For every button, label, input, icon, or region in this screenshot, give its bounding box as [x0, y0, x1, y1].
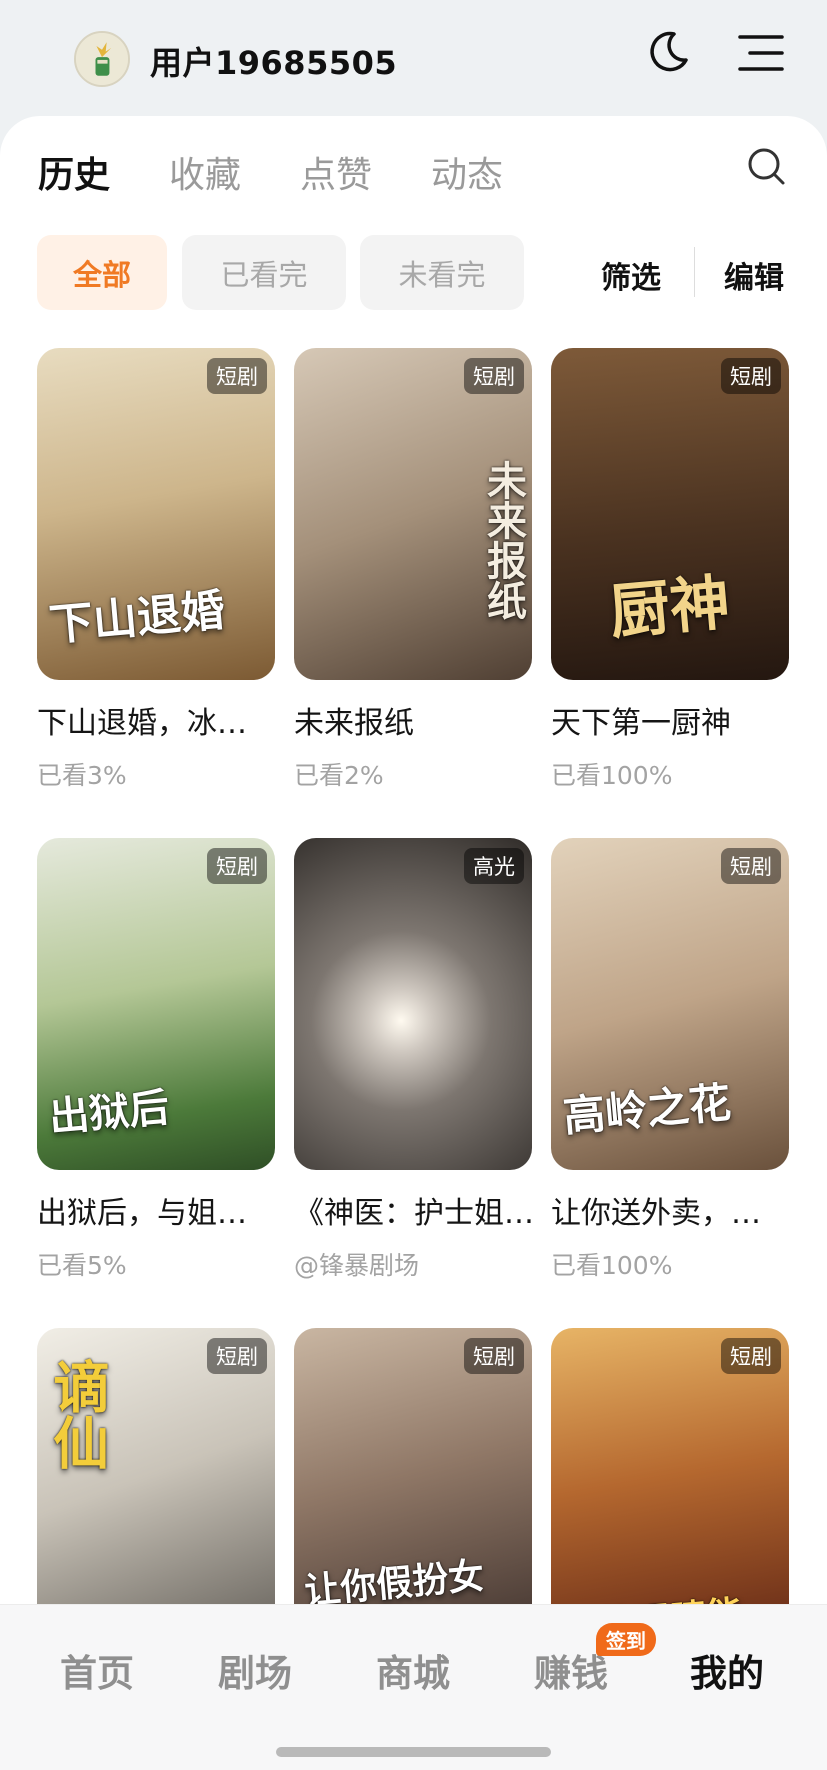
type-badge: 短剧	[207, 358, 267, 394]
type-badge: 短剧	[207, 848, 267, 884]
nav-theater[interactable]: 剧场	[218, 1643, 292, 1697]
poster[interactable]: 下山退婚 短剧	[37, 348, 275, 680]
filter-all-chip[interactable]: 全部	[37, 235, 167, 310]
poster[interactable]: 高岭之花 短剧	[551, 838, 789, 1170]
drama-card[interactable]: 厨神 短剧 天下第一厨神 已看100%	[551, 348, 789, 792]
tab-likes[interactable]: 点赞	[300, 146, 372, 198]
night-mode-icon[interactable]	[644, 28, 692, 76]
watch-progress: 已看100%	[551, 761, 673, 790]
drama-card[interactable]: 高光 《神医：护士姐… @锋暴剧场	[294, 838, 532, 1282]
source-label: @锋暴剧场	[294, 1251, 420, 1280]
watch-progress: 已看5%	[37, 1251, 127, 1280]
card-title: 出狱后，与姐…	[37, 1196, 247, 1231]
poster[interactable]: 出狱后 短剧	[37, 838, 275, 1170]
tab-favorites[interactable]: 收藏	[169, 146, 241, 198]
type-badge: 短剧	[721, 358, 781, 394]
home-indicator[interactable]	[276, 1747, 551, 1757]
type-badge: 短剧	[207, 1338, 267, 1374]
poster-title: 谪仙	[43, 1358, 110, 1470]
drama-card[interactable]: 未来报纸 短剧 未来报纸 已看2%	[294, 348, 532, 792]
divider	[694, 247, 695, 297]
poster[interactable]: 未来报纸 短剧	[294, 348, 532, 680]
poster-title: 未来报纸	[480, 460, 527, 620]
search-icon[interactable]	[746, 146, 786, 186]
filter-unfinished-chip[interactable]: 未看完	[360, 235, 524, 310]
poster[interactable]: 高光	[294, 838, 532, 1170]
card-title: 《神医：护士姐…	[294, 1196, 532, 1231]
filter-finished-chip[interactable]: 已看完	[182, 235, 346, 310]
avatar[interactable]	[74, 31, 130, 87]
drama-card[interactable]: 出狱后 短剧 出狱后，与姐… 已看5%	[37, 838, 275, 1282]
filter-button[interactable]: 筛选	[601, 253, 661, 297]
profile-header: 用户19685505	[0, 0, 827, 120]
nav-home[interactable]: 首页	[60, 1643, 134, 1697]
drama-card[interactable]: 高岭之花 短剧 让你送外卖，… 已看100%	[551, 838, 789, 1282]
watch-progress: 已看3%	[37, 761, 127, 790]
card-title: 让你送外卖，…	[551, 1196, 761, 1231]
poster-art	[294, 838, 532, 1170]
nav-mall[interactable]: 商城	[376, 1643, 450, 1697]
username: 用户19685505	[150, 44, 398, 82]
type-badge: 短剧	[721, 1338, 781, 1374]
tab-history[interactable]: 历史	[38, 146, 110, 198]
menu-icon[interactable]	[736, 32, 786, 74]
watch-progress: 已看100%	[551, 1251, 673, 1280]
type-badge: 短剧	[721, 848, 781, 884]
edit-button[interactable]: 编辑	[724, 253, 784, 297]
card-title: 未来报纸	[294, 706, 414, 741]
card-title: 下山退婚，冰…	[37, 706, 247, 741]
bottom-nav: 首页 剧场 商城 赚钱 签到 我的	[0, 1604, 827, 1770]
type-badge: 高光	[464, 848, 524, 884]
checkin-badge[interactable]: 签到	[596, 1623, 656, 1656]
type-badge: 短剧	[464, 1338, 524, 1374]
poster[interactable]: 厨神 短剧	[551, 348, 789, 680]
watch-progress: 已看2%	[294, 761, 384, 790]
nav-mine[interactable]: 我的	[690, 1643, 764, 1697]
tab-activity[interactable]: 动态	[431, 146, 503, 198]
type-badge: 短剧	[464, 358, 524, 394]
card-title: 天下第一厨神	[551, 706, 731, 741]
drama-card[interactable]: 下山退婚 短剧 下山退婚，冰… 已看3%	[37, 348, 275, 792]
